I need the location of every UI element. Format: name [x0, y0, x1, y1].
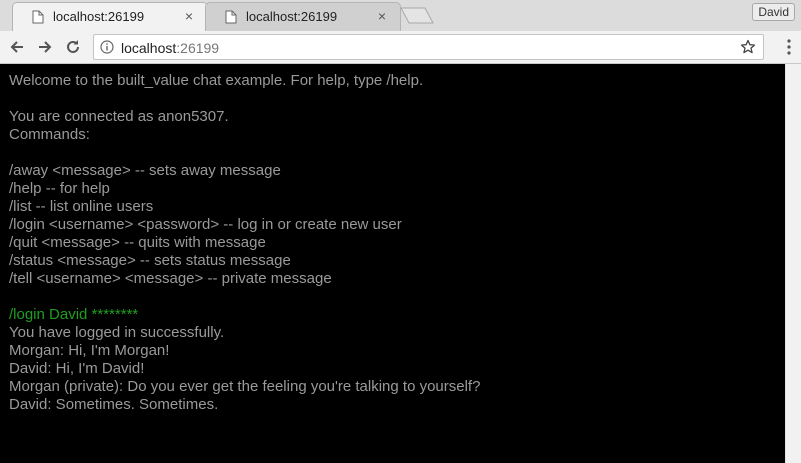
- chat-line: [9, 90, 480, 108]
- profile-button[interactable]: David: [752, 3, 795, 21]
- chat-line: Commands:: [9, 126, 90, 143]
- chat-line: /status <message> -- sets status message: [9, 252, 291, 269]
- chat-line: Morgan: Hi, I'm Morgan!: [9, 342, 170, 359]
- browser-toolbar: localhost:26199: [0, 31, 801, 64]
- chat-line: /help -- for help: [9, 180, 110, 197]
- tab-title: localhost:26199: [246, 9, 338, 24]
- chat-line: You are connected as anon5307.: [9, 108, 229, 125]
- chat-line: [9, 288, 480, 306]
- chat-line: /list -- list online users: [9, 198, 154, 215]
- chat-terminal[interactable]: Welcome to the built_value chat example.…: [0, 64, 785, 463]
- chat-line: Morgan (private): Do you ever get the fe…: [9, 378, 481, 395]
- chat-line: /login <username> <password> -- log in o…: [9, 216, 402, 233]
- forward-button[interactable]: [35, 37, 55, 57]
- chat-line: Welcome to the built_value chat example.…: [9, 72, 424, 89]
- forward-arrow-icon: [39, 41, 52, 53]
- chat-log: Welcome to the built_value chat example.…: [9, 72, 480, 414]
- chat-line: [9, 144, 480, 162]
- reload-button[interactable]: [63, 37, 83, 57]
- chat-line: /tell <username> <message> -- private me…: [9, 270, 332, 287]
- chat-line: David: Hi, I'm David!: [9, 360, 145, 377]
- chat-line: /quit <message> -- quits with message: [9, 234, 266, 251]
- tab-1[interactable]: localhost:26199 ×: [12, 2, 208, 31]
- tab-strip: localhost:26199 × localhost:26199 × Davi…: [0, 0, 801, 31]
- page-icon: [225, 10, 237, 24]
- info-icon[interactable]: [100, 40, 114, 54]
- back-arrow-icon: [10, 41, 23, 53]
- command-echo-line: /login David ********: [9, 306, 139, 323]
- bookmark-star-icon[interactable]: [740, 39, 756, 55]
- url-text: localhost:26199: [121, 40, 219, 56]
- address-bar[interactable]: localhost:26199: [93, 34, 764, 60]
- vertical-scrollbar[interactable]: [785, 64, 801, 463]
- url-port: :26199: [176, 40, 220, 56]
- chat-line: You have logged in successfully.: [9, 324, 225, 341]
- page-icon: [32, 10, 44, 24]
- chat-line: /away <message> -- sets away message: [9, 162, 281, 179]
- tab-title: localhost:26199: [53, 9, 145, 24]
- url-host: localhost: [121, 40, 177, 56]
- close-tab-icon[interactable]: ×: [375, 9, 389, 23]
- chat-line: David: Sometimes. Sometimes.: [9, 396, 219, 413]
- close-tab-icon[interactable]: ×: [182, 9, 196, 23]
- new-tab-button[interactable]: [400, 7, 434, 24]
- reload-icon: [67, 40, 79, 53]
- tab-2[interactable]: localhost:26199 ×: [205, 2, 401, 31]
- browser-menu-icon[interactable]: [787, 39, 791, 55]
- back-button[interactable]: [7, 37, 27, 57]
